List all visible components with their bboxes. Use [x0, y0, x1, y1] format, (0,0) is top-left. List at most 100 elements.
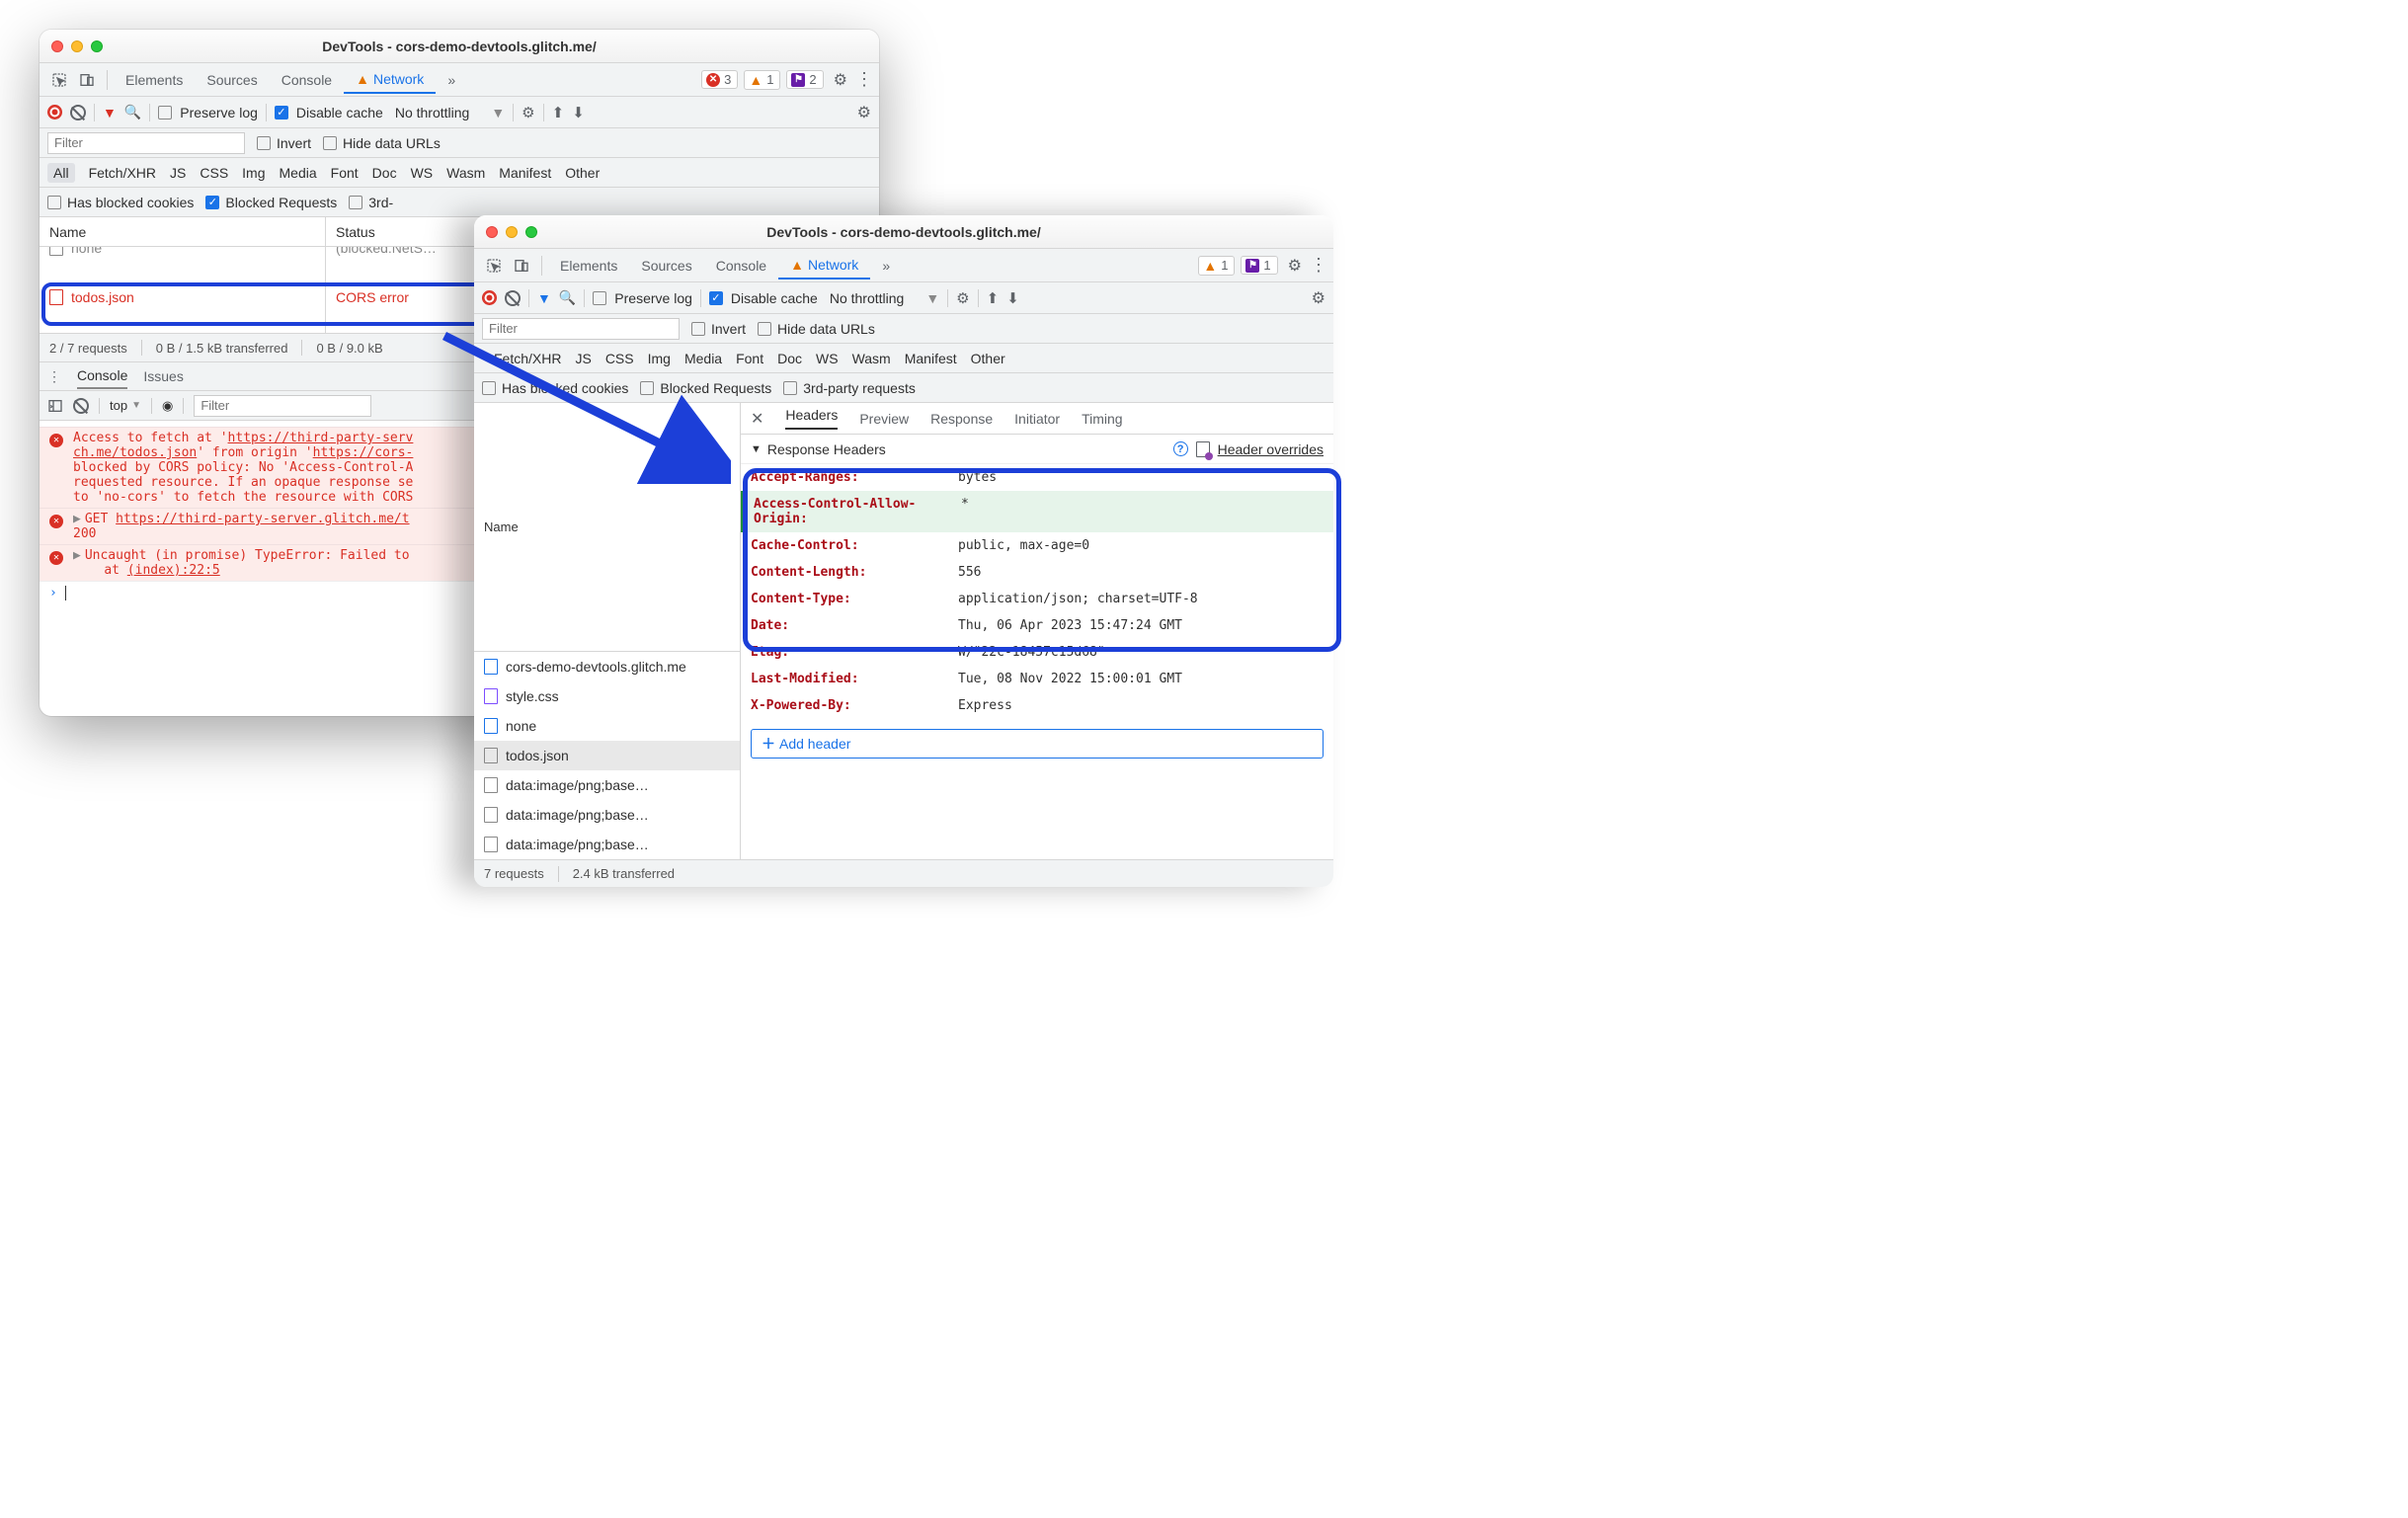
header-row[interactable]: Last-Modified:Tue, 08 Nov 2022 15:00:01 … [741, 666, 1333, 692]
tab-elements[interactable]: Elements [548, 252, 629, 280]
filter-icon[interactable]: ▼ [537, 290, 551, 306]
hide-data-urls-option[interactable]: Hide data URLs [758, 321, 875, 337]
type-media[interactable]: Media [280, 165, 317, 181]
third-party-checkbox[interactable] [783, 381, 797, 395]
blocked-requests-checkbox[interactable] [640, 381, 654, 395]
zoom-icon[interactable] [525, 226, 537, 238]
has-blocked-cookies-option[interactable]: Has blocked cookies [47, 195, 194, 210]
kebab-icon[interactable]: ⋮ [855, 69, 873, 90]
settings-icon[interactable]: ⚙ [1288, 256, 1302, 276]
link[interactable]: https://cors- [313, 445, 414, 460]
override-icon[interactable] [1196, 441, 1210, 457]
type-fetch-xhr[interactable]: Fetch/XHR [89, 165, 156, 181]
invert-option[interactable]: Invert [691, 321, 746, 337]
tab-console[interactable]: Console [270, 66, 344, 94]
filter-input[interactable] [482, 318, 680, 340]
upload-icon[interactable]: ⬆ [552, 104, 565, 121]
close-panel-icon[interactable]: ✕ [751, 409, 763, 429]
device-icon[interactable] [508, 254, 535, 278]
drawer-kebab-icon[interactable]: ⋮ [47, 368, 61, 385]
request-row-selected[interactable]: todos.json [474, 741, 740, 770]
type-other[interactable]: Other [565, 165, 600, 181]
request-row[interactable]: none [474, 711, 740, 741]
net-row-todos[interactable]: todos.json [40, 282, 325, 312]
download-icon[interactable]: ⬇ [572, 104, 585, 121]
hide-data-urls-checkbox[interactable] [758, 322, 771, 336]
minimize-icon[interactable] [506, 226, 518, 238]
close-icon[interactable] [486, 226, 498, 238]
column-header-name[interactable]: Name [474, 403, 740, 652]
tab-network[interactable]: ▲Network [344, 65, 436, 94]
type-ws[interactable]: WS [411, 165, 434, 181]
wifi-icon[interactable]: ⚙ [956, 289, 969, 307]
device-icon[interactable] [73, 68, 101, 92]
header-row[interactable]: Etag:W/"22c-18457c15d68" [741, 639, 1333, 666]
link[interactable]: ch.me/todos.json [73, 445, 197, 460]
hide-data-urls-option[interactable]: Hide data URLs [323, 135, 441, 151]
header-row[interactable]: X-Powered-By:Express [741, 692, 1333, 719]
request-row[interactable]: data:image/png;base… [474, 770, 740, 800]
header-row[interactable]: Content-Length:556 [741, 559, 1333, 586]
help-icon[interactable]: ? [1173, 441, 1188, 456]
type-css[interactable]: CSS [605, 351, 634, 366]
expand-icon[interactable]: ▶ [73, 548, 81, 563]
third-party-checkbox[interactable] [349, 196, 362, 209]
column-header-name[interactable]: Name [40, 217, 325, 247]
tab-sources[interactable]: Sources [629, 252, 703, 280]
more-tabs-icon[interactable]: » [436, 66, 467, 94]
inspect-icon[interactable] [480, 254, 508, 278]
header-overrides-link[interactable]: Header overrides [1218, 441, 1324, 457]
link[interactable]: https://third-party-serv [228, 431, 414, 445]
detail-tab-headers[interactable]: Headers [785, 407, 838, 430]
tab-elements[interactable]: Elements [114, 66, 195, 94]
issues-count-badge[interactable]: ⚑1 [1241, 256, 1277, 275]
has-blocked-cookies-checkbox[interactable] [482, 381, 496, 395]
tab-sources[interactable]: Sources [195, 66, 269, 94]
kebab-icon[interactable]: ⋮ [1310, 255, 1327, 276]
disable-cache-checkbox[interactable]: ✓ [275, 106, 288, 120]
blocked-requests-checkbox[interactable]: ✓ [205, 196, 219, 209]
type-font[interactable]: Font [331, 165, 359, 181]
invert-checkbox[interactable] [257, 136, 271, 150]
detail-tab-response[interactable]: Response [930, 411, 993, 427]
type-other[interactable]: Other [971, 351, 1005, 366]
has-blocked-cookies-option[interactable]: Has blocked cookies [482, 380, 628, 396]
filter-input[interactable] [47, 132, 245, 154]
issues-tab[interactable]: Issues [143, 364, 183, 388]
has-blocked-cookies-checkbox[interactable] [47, 196, 61, 209]
invert-checkbox[interactable] [691, 322, 705, 336]
disable-cache-checkbox[interactable]: ✓ [709, 291, 723, 305]
type-js[interactable]: JS [170, 165, 186, 181]
request-row[interactable]: cors-demo-devtools.glitch.me [474, 652, 740, 681]
console-filter-input[interactable] [194, 395, 371, 417]
type-media[interactable]: Media [684, 351, 722, 366]
tab-console[interactable]: Console [704, 252, 778, 280]
detail-tab-timing[interactable]: Timing [1082, 411, 1123, 427]
request-row[interactable]: data:image/png;base… [474, 800, 740, 830]
type-manifest[interactable]: Manifest [499, 165, 551, 181]
throttle-select[interactable]: No throttling [395, 105, 469, 120]
error-count-badge[interactable]: ✕3 [701, 70, 738, 89]
clear-console-icon[interactable] [73, 398, 89, 414]
detail-tab-preview[interactable]: Preview [859, 411, 909, 427]
console-tab[interactable]: Console [77, 363, 127, 389]
type-img[interactable]: Img [242, 165, 265, 181]
warning-count-badge[interactable]: ▲1 [744, 70, 780, 90]
type-img[interactable]: Img [648, 351, 671, 366]
settings-icon[interactable]: ⚙ [834, 70, 847, 90]
type-js[interactable]: JS [575, 351, 591, 366]
header-row[interactable]: Cache-Control:public, max-age=0 [741, 532, 1333, 559]
net-row-cut[interactable]: none [40, 247, 325, 263]
close-icon[interactable] [51, 40, 63, 52]
network-settings-icon[interactable]: ⚙ [857, 103, 871, 122]
header-row[interactable]: Content-Type:application/json; charset=U… [741, 586, 1333, 612]
header-row[interactable]: Accept-Ranges:bytes [741, 464, 1333, 491]
type-doc[interactable]: Doc [372, 165, 397, 181]
type-manifest[interactable]: Manifest [905, 351, 957, 366]
clear-icon[interactable] [505, 290, 521, 306]
type-all[interactable]: All [47, 163, 75, 183]
third-party-option[interactable]: 3rd- [349, 195, 393, 210]
link[interactable]: https://third-party-server.glitch.me/t [116, 512, 409, 526]
third-party-option[interactable]: 3rd-party requests [783, 380, 916, 396]
header-row-added[interactable]: Access-Control-Allow-Origin:* [741, 491, 1333, 532]
